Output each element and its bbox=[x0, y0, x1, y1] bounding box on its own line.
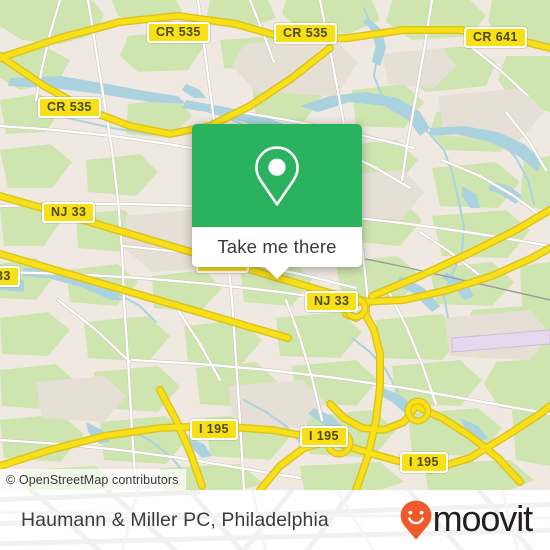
popup-pointer bbox=[264, 266, 290, 279]
road-shield-i195-right: I 195 bbox=[400, 452, 448, 473]
map-pin-icon bbox=[255, 145, 299, 206]
moovit-wordmark: moovit bbox=[432, 498, 534, 539]
road-shield-nj33-right: NJ 33 bbox=[305, 291, 359, 312]
road-shield-i195-center: I 195 bbox=[300, 426, 348, 447]
popup-header bbox=[192, 124, 362, 227]
osm-attribution-text: © OpenStreetMap contributors bbox=[6, 472, 179, 487]
moovit-map-screenshot: CR 535 CR 535 CR 641 CR 535 NJ 33 33 NJ … bbox=[0, 0, 550, 550]
road-shield-33-edge: 33 bbox=[0, 266, 20, 287]
location-title-text: Haumann & Miller PC, Philadelphia bbox=[21, 508, 329, 531]
footer-bar: Haumann & Miller PC, Philadelphia moovit bbox=[0, 490, 550, 550]
destination-popup[interactable]: Take me there bbox=[192, 124, 362, 279]
map-viewport[interactable]: CR 535 CR 535 CR 641 CR 535 NJ 33 33 NJ … bbox=[0, 0, 550, 490]
moovit-logo[interactable]: moovit bbox=[399, 490, 534, 550]
popup-action-bar[interactable]: Take me there bbox=[192, 227, 362, 279]
road-shield-nj33-left: NJ 33 bbox=[42, 202, 96, 223]
osm-attribution[interactable]: © OpenStreetMap contributors bbox=[0, 469, 186, 490]
take-me-there-label: Take me there bbox=[217, 236, 337, 257]
road-shield-i195-left: I 195 bbox=[190, 419, 238, 440]
road-shield-cr641-top-right: CR 641 bbox=[464, 27, 527, 48]
road-shield-cr535-top-left: CR 535 bbox=[147, 22, 210, 43]
moovit-pin-icon bbox=[400, 500, 431, 540]
road-shield-cr535-left: CR 535 bbox=[38, 97, 101, 118]
road-shield-cr535-top-center: CR 535 bbox=[274, 23, 337, 44]
location-title: Haumann & Miller PC, Philadelphia bbox=[21, 490, 329, 550]
